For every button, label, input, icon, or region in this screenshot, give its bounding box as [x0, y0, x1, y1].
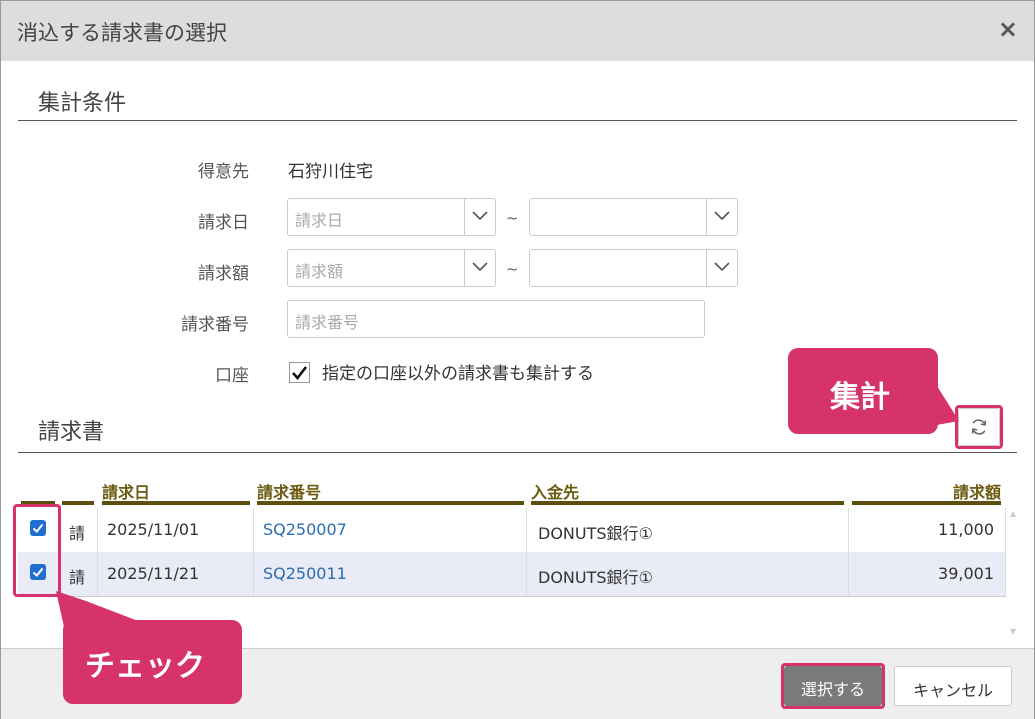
row-date: 2025/11/21: [98, 552, 254, 596]
row-number-link[interactable]: SQ250007: [254, 508, 527, 552]
chevron-down-icon[interactable]: [464, 250, 495, 286]
chevron-down-icon[interactable]: [706, 199, 737, 235]
checkbox-highlight: [13, 504, 61, 597]
range-tilde: ~: [506, 209, 519, 227]
column-header-number[interactable]: 請求番号: [257, 479, 524, 505]
cancel-button[interactable]: キャンセル: [894, 666, 1012, 706]
invoice-number-label: 請求番号: [181, 315, 249, 335]
invoice-date-from-select[interactable]: 請求日: [287, 198, 496, 236]
chevron-down-icon[interactable]: [706, 250, 737, 286]
row-amount: 11,000: [849, 508, 1006, 552]
close-icon[interactable]: ×: [998, 15, 1018, 43]
row-number-link[interactable]: SQ250011: [254, 552, 527, 596]
column-header-date[interactable]: 請求日: [102, 479, 250, 505]
aggregate-highlight: [955, 405, 1003, 449]
aggregate-annotation-callout: 集計: [788, 348, 938, 434]
invoice-select-dialog: 消込する請求書の選択 × 集計条件 得意先 石狩川住宅 請求日 請求日 ~ 請求…: [0, 0, 1035, 719]
invoices-section-title: 請求書: [38, 420, 105, 445]
conditions-section-title: 集計条件: [38, 91, 127, 116]
check-annotation-callout: チェック: [63, 620, 242, 704]
chevron-down-icon[interactable]: [464, 199, 495, 235]
column-header-payee[interactable]: 入金先: [531, 479, 844, 505]
include-other-accounts-checkbox[interactable]: [289, 362, 310, 383]
column-header-amount[interactable]: 請求額: [852, 479, 1001, 505]
divider: [18, 452, 1017, 453]
invoice-date-from-placeholder: 請求日: [295, 211, 344, 230]
customer-value: 石狩川住宅: [288, 162, 373, 182]
invoice-number-input[interactable]: 請求番号: [287, 300, 705, 338]
row-kind: 請: [61, 552, 98, 596]
invoice-amount-to-select[interactable]: [529, 249, 738, 287]
account-label: 口座: [215, 366, 249, 386]
scroll-up-arrow[interactable]: ▲: [1010, 509, 1016, 518]
dialog-titlebar: 消込する請求書の選択 ×: [1, 1, 1034, 61]
invoice-date-label: 請求日: [198, 213, 249, 233]
column-header-kind: [62, 479, 94, 505]
check-icon: [292, 366, 308, 381]
table-row[interactable]: 請 2025/11/01 SQ250007 DONUTS銀行① 11,000: [18, 508, 1006, 553]
invoice-amount-from-select[interactable]: 請求額: [287, 249, 496, 287]
row-payee: DONUTS銀行①: [527, 552, 849, 596]
row-kind: 請: [61, 508, 98, 552]
customer-label: 得意先: [198, 162, 249, 182]
row-date: 2025/11/01: [98, 508, 254, 552]
invoice-date-to-select[interactable]: [529, 198, 738, 236]
scroll-down-arrow[interactable]: ▼: [1010, 627, 1016, 636]
row-amount: 39,001: [849, 552, 1006, 596]
invoice-amount-from-placeholder: 請求額: [295, 262, 344, 281]
select-button-highlight: [781, 663, 885, 709]
table-row[interactable]: 請 2025/11/21 SQ250011 DONUTS銀行① 39,001: [18, 552, 1006, 597]
dialog-title: 消込する請求書の選択: [17, 21, 227, 45]
row-payee: DONUTS銀行①: [527, 508, 849, 552]
column-header-check: [21, 479, 55, 505]
invoice-number-placeholder: 請求番号: [295, 313, 360, 332]
range-tilde: ~: [506, 260, 519, 278]
include-other-accounts-label: 指定の口座以外の請求書も集計する: [322, 364, 594, 384]
divider: [18, 120, 1017, 121]
invoice-amount-label: 請求額: [198, 264, 249, 284]
